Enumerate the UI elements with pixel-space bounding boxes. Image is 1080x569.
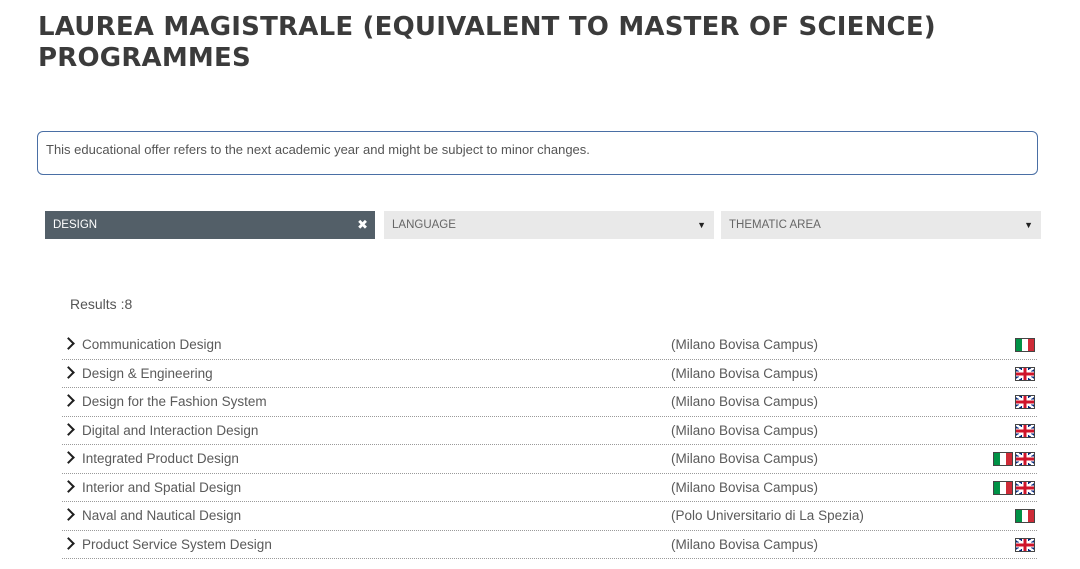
chevron-right-icon[interactable] (62, 479, 75, 493)
italian-flag-icon (993, 452, 1013, 466)
program-campus: (Milano Bovisa Campus) (671, 536, 819, 552)
language-flags (1015, 366, 1035, 381)
program-row[interactable]: Naval and Nautical Design (Polo Universi… (62, 502, 1037, 531)
program-name[interactable]: Communication Design (82, 331, 222, 358)
language-flags (1015, 338, 1035, 352)
program-campus: (Milano Bovisa Campus) (671, 422, 819, 438)
results-count: Results :8 (70, 296, 133, 312)
program-row[interactable]: Product Service System Design (Milano Bo… (62, 531, 1037, 559)
program-name[interactable]: Interior and Spatial Design (82, 474, 241, 501)
program-row[interactable]: Design & Engineering (Milano Bovisa Camp… (62, 360, 1037, 388)
school-filter-value: DESIGN (53, 219, 98, 231)
program-row[interactable]: Digital and Interaction Design (Milano B… (62, 417, 1037, 445)
program-campus: (Milano Bovisa Campus) (671, 394, 819, 409)
italian-flag-icon (1015, 338, 1035, 352)
program-name[interactable]: Naval and Nautical Design (82, 502, 241, 529)
language-flags (1015, 395, 1035, 409)
program-campus: (Milano Bovisa Campus) (671, 365, 819, 381)
chevron-right-icon[interactable] (62, 365, 75, 379)
program-list: Communication Design (Milano Bovisa Camp… (62, 331, 1037, 559)
program-name[interactable]: Product Service System Design (82, 531, 272, 558)
chevron-right-icon[interactable] (62, 422, 75, 436)
italian-flag-icon (1015, 509, 1035, 523)
uk-flag-icon (1015, 537, 1035, 552)
program-row[interactable]: Interior and Spatial Design (Milano Bovi… (62, 474, 1037, 502)
program-name[interactable]: Design & Engineering (82, 360, 213, 387)
italian-flag-icon (993, 480, 1013, 495)
caret-down-icon: ▼ (1024, 220, 1033, 230)
chevron-right-icon[interactable] (62, 508, 75, 521)
program-name[interactable]: Design for the Fashion System (82, 388, 267, 415)
thematic-area-filter-placeholder: THEMATIC AREA (729, 219, 821, 231)
chevron-right-icon[interactable] (62, 394, 75, 407)
clear-icon[interactable]: ✖ (357, 211, 368, 239)
program-campus: (Milano Bovisa Campus) (671, 451, 819, 466)
uk-flag-icon (1015, 423, 1035, 438)
notice-box: This educational offer refers to the nex… (37, 131, 1038, 175)
program-row[interactable]: Integrated Product Design (Milano Bovisa… (62, 445, 1037, 474)
uk-flag-icon (1015, 395, 1035, 409)
program-campus: (Polo Universitario di La Spezia) (671, 508, 864, 523)
program-campus: (Milano Bovisa Campus) (671, 479, 819, 495)
language-filter-placeholder: LANGUAGE (392, 219, 456, 231)
language-flags (1015, 509, 1035, 523)
uk-flag-icon (1015, 366, 1035, 381)
language-flags (1015, 423, 1035, 438)
language-filter[interactable]: LANGUAGE ▼ (384, 211, 714, 239)
school-filter[interactable]: DESIGN ✖ (45, 211, 375, 239)
language-flags (993, 480, 1035, 495)
uk-flag-icon (1015, 480, 1035, 495)
thematic-area-filter[interactable]: THEMATIC AREA ▼ (721, 211, 1041, 239)
language-flags (993, 452, 1035, 466)
program-row[interactable]: Communication Design (Milano Bovisa Camp… (62, 331, 1037, 360)
page-title: LAUREA MAGISTRALE (EQUIVALENT TO MASTER … (38, 12, 936, 73)
program-name[interactable]: Integrated Product Design (82, 445, 239, 472)
uk-flag-icon (1015, 452, 1035, 466)
chevron-right-icon[interactable] (62, 536, 75, 550)
program-campus: (Milano Bovisa Campus) (671, 337, 819, 352)
program-name[interactable]: Digital and Interaction Design (82, 417, 258, 444)
program-row[interactable]: Design for the Fashion System (Milano Bo… (62, 388, 1037, 417)
chevron-right-icon[interactable] (62, 337, 75, 350)
chevron-right-icon[interactable] (62, 451, 75, 464)
caret-down-icon: ▼ (697, 220, 706, 230)
language-flags (1015, 537, 1035, 552)
